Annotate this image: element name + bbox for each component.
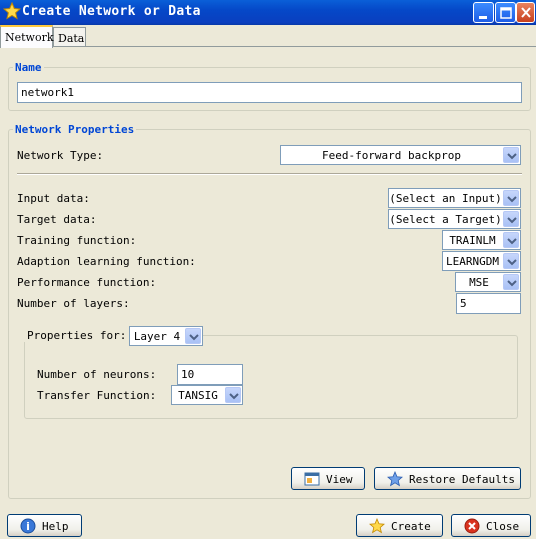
window-close-button[interactable] <box>516 2 535 23</box>
chevron-down-icon <box>503 211 519 227</box>
chevron-down-icon <box>503 253 519 269</box>
tab-network[interactable]: Network <box>0 25 54 48</box>
help-button[interactable]: i Help <box>7 514 82 537</box>
create-button-label: Create <box>391 520 431 533</box>
view-button-label: View <box>326 473 353 486</box>
input-data-value: (Select an Input) <box>389 192 502 205</box>
network-tab-panel: Name network1 Network Properties Network… <box>0 46 536 504</box>
star-icon <box>387 471 403 487</box>
star-icon <box>3 2 21 20</box>
name-group-legend: Name <box>13 61 44 74</box>
number-of-neurons-label: Number of neurons: <box>37 368 157 381</box>
training-function-select[interactable]: TRAINLM <box>442 230 521 250</box>
network-properties-group <box>8 129 531 499</box>
close-icon <box>464 518 480 534</box>
performance-function-select[interactable]: MSE <box>455 272 521 292</box>
network-type-label: Network Type: <box>17 149 104 162</box>
layer-value: Layer 4 <box>133 330 181 343</box>
window-title: Create Network or Data <box>22 4 201 19</box>
network-type-select[interactable]: Feed-forward backprop <box>280 145 521 165</box>
chevron-down-icon <box>503 274 519 290</box>
chevron-down-icon <box>503 232 519 248</box>
close-button-label: Close <box>486 520 520 533</box>
network-type-value: Feed-forward backprop <box>321 149 462 162</box>
network-name-input[interactable]: network1 <box>17 82 522 103</box>
target-data-value: (Select a Target) <box>389 213 502 226</box>
training-function-value: TRAINLM <box>449 234 496 247</box>
restore-defaults-label: Restore Defaults <box>409 473 515 486</box>
chevron-down-icon <box>225 387 241 403</box>
network-properties-legend: Network Properties <box>13 123 137 136</box>
performance-function-label: Performance function: <box>17 276 157 289</box>
view-button[interactable]: View <box>291 467 365 490</box>
star-icon <box>369 518 385 534</box>
transfer-function-select[interactable]: TANSIG <box>171 385 243 405</box>
title-bar: Create Network or Data <box>0 0 536 25</box>
divider <box>17 173 522 175</box>
help-icon: i <box>20 518 36 534</box>
input-data-label: Input data: <box>17 192 90 205</box>
minimize-button[interactable] <box>473 2 494 23</box>
maximize-button[interactable] <box>495 2 516 23</box>
target-data-select[interactable]: (Select a Target) <box>388 209 521 229</box>
adaption-function-value: LEARNGDM <box>446 255 499 268</box>
transfer-function-label: Transfer Function: <box>37 389 157 402</box>
target-data-label: Target data: <box>17 213 97 226</box>
chevron-down-icon <box>503 190 519 206</box>
properties-for-label: Properties for: <box>24 329 130 342</box>
chevron-down-icon <box>503 147 519 163</box>
training-function-label: Training function: <box>17 234 137 247</box>
svg-text:i: i <box>26 520 30 533</box>
input-data-select[interactable]: (Select an Input) <box>388 188 521 208</box>
adaption-function-label: Adaption learning function: <box>17 255 196 268</box>
help-button-label: Help <box>42 520 69 533</box>
number-of-neurons-input[interactable]: 10 <box>177 364 243 385</box>
adaption-function-select[interactable]: LEARNGDM <box>442 251 521 271</box>
number-of-layers-label: Number of layers: <box>17 297 130 310</box>
chevron-down-icon <box>185 328 201 344</box>
performance-function-value: MSE <box>469 276 489 289</box>
tab-data[interactable]: Data <box>53 27 86 48</box>
window-icon <box>304 472 320 486</box>
restore-defaults-button[interactable]: Restore Defaults <box>374 467 521 490</box>
close-button[interactable]: Close <box>451 514 531 537</box>
transfer-function-value: TANSIG <box>178 389 218 402</box>
layer-select[interactable]: Layer 4 <box>129 326 203 346</box>
number-of-layers-input[interactable]: 5 <box>456 293 521 314</box>
create-button[interactable]: Create <box>356 514 443 537</box>
tab-strip: Network Data <box>0 25 536 48</box>
